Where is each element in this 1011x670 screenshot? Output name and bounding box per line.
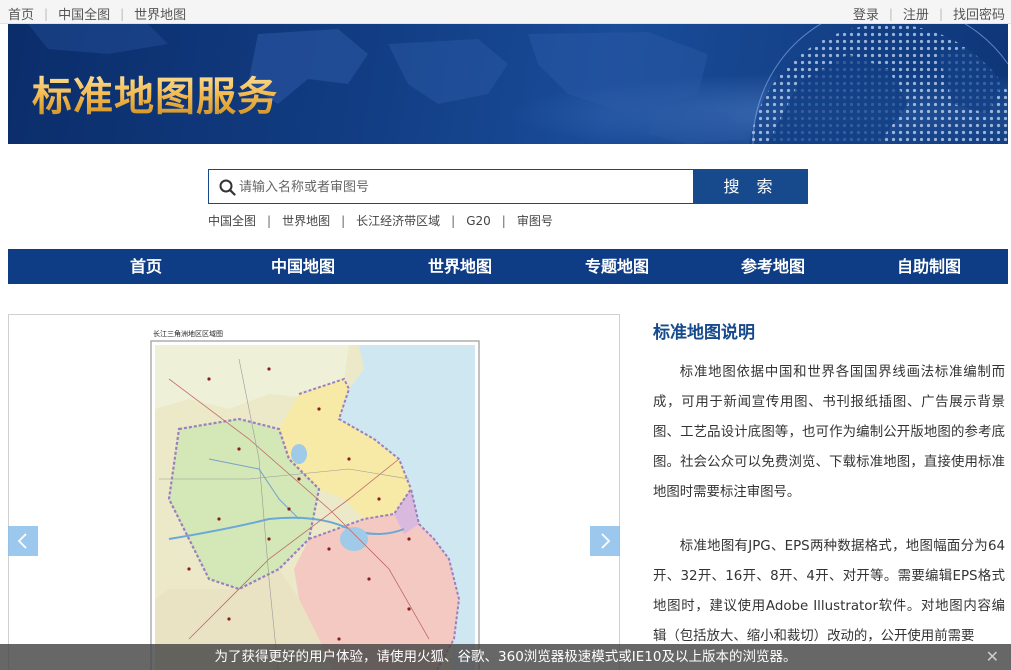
top-right-links: 登录 | 注册 | 找回密码 <box>853 4 1005 24</box>
close-icon[interactable]: ✕ <box>986 644 999 670</box>
divider: | <box>888 6 893 21</box>
chevron-left-icon <box>17 533 27 549</box>
search-box <box>208 169 694 204</box>
divider: | <box>267 213 272 228</box>
map-carousel: 长江三角洲地区区域图 <box>8 314 620 670</box>
quick-link-world-map[interactable]: 世界地图 <box>282 212 330 229</box>
divider: | <box>938 6 943 21</box>
quick-link-yangtze-economic-belt[interactable]: 长江经济带区域 <box>356 212 440 229</box>
recover-password-link[interactable]: 找回密码 <box>953 4 1005 23</box>
login-link[interactable]: 登录 <box>853 4 879 23</box>
description-paragraph-2: 标准地图有JPG、EPS两种数据格式，地图幅面分为64开、32开、16开、8开、… <box>653 539 1005 644</box>
search-input[interactable] <box>239 171 689 202</box>
nav-item-china-map[interactable]: 中国地图 <box>271 249 335 284</box>
yangtze-delta-map-graphic <box>150 340 480 670</box>
divider: | <box>120 6 125 21</box>
divider: | <box>501 213 506 228</box>
carousel-prev-button[interactable] <box>8 526 38 556</box>
map-preview-image[interactable]: 长江三角洲地区区域图 <box>149 325 481 670</box>
quick-link-china-map[interactable]: 中国全图 <box>208 212 256 229</box>
banner-title: 标准地图服务 <box>32 64 278 122</box>
divider: | <box>44 6 49 21</box>
quick-search-links: 中国全图 | 世界地图 | 长江经济带区域 | G20 | 审图号 <box>208 212 553 229</box>
carousel-next-button[interactable] <box>590 526 620 556</box>
browser-notice-text: 为了获得更好的用户体验，请使用火狐、谷歌、360浏览器极速模式或IE10及以上版… <box>214 649 797 665</box>
description-title: 标准地图说明 <box>653 323 755 343</box>
search-button[interactable]: 搜 索 <box>694 169 808 204</box>
standard-map-description: 标准地图说明 标准地图依据中国和世界各国国界线画法标准编制而成，可用于新闻宣传用… <box>653 318 1005 652</box>
top-bar: 首页 | 中国全图 | 世界地图 登录 | 注册 | 找回密码 <box>0 0 1011 24</box>
quick-link-g20[interactable]: G20 <box>466 214 491 228</box>
header-banner: 标准地图服务 <box>8 24 1008 144</box>
top-left-links: 首页 | 中国全图 | 世界地图 <box>8 4 186 24</box>
nav-item-self-service-mapping[interactable]: 自助制图 <box>897 249 961 284</box>
quick-link-review-number[interactable]: 审图号 <box>517 212 553 229</box>
chevron-right-icon <box>601 533 611 549</box>
map-caption: 长江三角洲地区区域图 <box>153 330 223 338</box>
nav-item-world-map[interactable]: 世界地图 <box>428 249 492 284</box>
top-link-world-map[interactable]: 世界地图 <box>134 4 186 23</box>
nav-item-reference-map[interactable]: 参考地图 <box>741 249 805 284</box>
main-nav: 首页 中国地图 世界地图 专题地图 参考地图 自助制图 <box>8 249 1008 284</box>
nav-item-thematic-map[interactable]: 专题地图 <box>585 249 649 284</box>
divider: | <box>341 213 346 228</box>
top-link-china-map[interactable]: 中国全图 <box>58 4 110 23</box>
search-bar: 搜 索 <box>208 169 808 204</box>
search-icon <box>219 179 236 196</box>
description-paragraph-1: 标准地图依据中国和世界各国国界线画法标准编制而成，可用于新闻宣传用图、书刊报纸插… <box>653 365 1005 500</box>
top-link-home[interactable]: 首页 <box>8 4 34 23</box>
nav-item-home[interactable]: 首页 <box>130 249 162 284</box>
register-link[interactable]: 注册 <box>903 4 929 23</box>
browser-notice-bar: 为了获得更好的用户体验，请使用火狐、谷歌、360浏览器极速模式或IE10及以上版… <box>0 644 1011 670</box>
divider: | <box>451 213 456 228</box>
